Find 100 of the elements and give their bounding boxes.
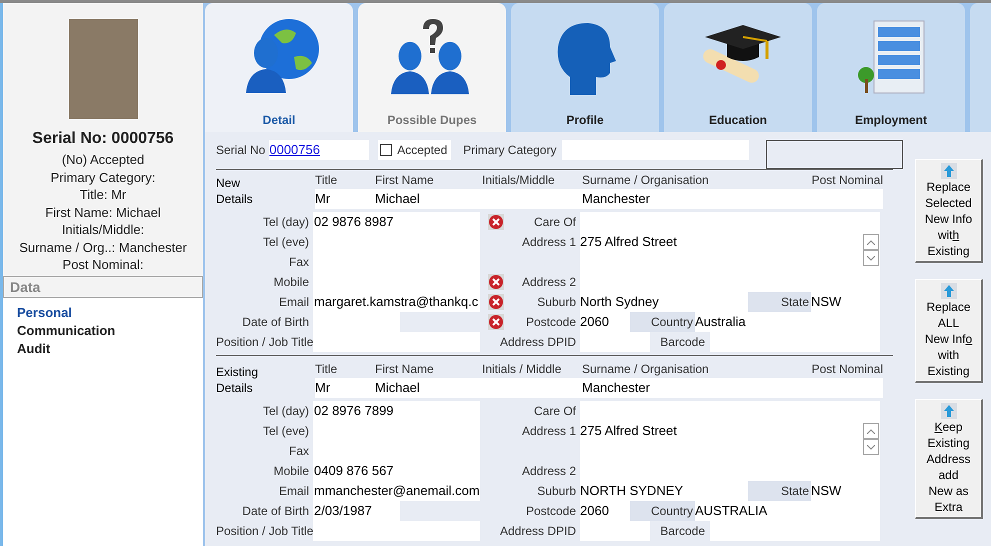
column-heading: Post Nominal [812,361,883,378]
title-field[interactable]: Mr [315,189,375,209]
column-heading: Post Nominal [812,172,883,189]
field-label: Email [278,294,310,311]
field-label: Mobile [272,274,310,291]
summary-line: First Name: Michael [45,204,161,221]
date-field[interactable]: 2/03/1987 [313,501,400,521]
state-field[interactable]: NSW [811,481,880,501]
field-label: Barcode [659,334,706,351]
serial-link[interactable]: 0000756 [269,140,370,160]
column-heading: Title [315,361,338,378]
section-heading: Existing Details [216,364,260,397]
field-label: Care Of [532,214,577,231]
scroll-up-button[interactable] [863,423,879,439]
suburb-field[interactable]: North Sydney [580,292,748,312]
field-label: Mobile [272,463,310,480]
chevron-up-icon [867,240,875,244]
field-label: State [748,292,811,312]
postcode-field[interactable]: 2060 [580,501,630,521]
summary-line: (No) Accepted [62,151,144,168]
column-heading: Initials/Middle [482,172,556,189]
field-label: Country [630,501,695,521]
field-label: Postcode [524,314,577,331]
column-heading: Surname / Organisation [582,361,710,378]
title-field[interactable]: Mr [315,378,375,398]
field-label: Postcode [524,503,577,520]
field-label: Tel (eve) [262,234,310,251]
action-button[interactable]: Replace Selected New Info with Existing [915,159,983,263]
nav-item[interactable]: Audit [17,340,203,358]
field-label: Tel (day) [262,214,310,231]
field-label: Address DPID [498,523,577,540]
field-label: Position / Job Title [216,334,313,351]
tab[interactable]: Employment [817,3,965,132]
surname-field[interactable]: Manchester [582,378,883,398]
scroll-down-button[interactable] [863,250,879,266]
field-label: Address 2 [520,274,577,291]
error-icon[interactable] [488,214,504,230]
error-icon[interactable] [488,294,504,310]
field-label: Care Of [532,403,577,420]
dpid-field[interactable] [580,521,650,541]
column-heading: First Name [375,172,435,189]
field-label: Fax [288,443,310,460]
section-header: Data [3,276,203,298]
error-icon[interactable] [488,314,504,330]
suburb-field[interactable]: NORTH SYDNEY [580,481,748,501]
summary-line: Initials/Middle: [62,221,144,238]
column-heading: First Name [375,361,435,378]
state-field[interactable]: NSW [811,292,880,312]
tab[interactable]: Education [664,3,812,132]
tab[interactable]: Profile [511,3,659,132]
nav-item[interactable]: Communication [17,322,203,340]
summary-line: Post Nominal: [62,256,144,274]
field-label: Country [630,312,695,332]
checkbox-label: Accepted [397,142,448,159]
checkbox[interactable] [380,144,392,156]
text-field[interactable]: mmanchester@anemail.com [313,481,480,501]
field-label: Suburb [536,483,577,500]
chevron-down-icon [867,256,875,260]
first-name-field[interactable]: Michael [375,378,582,398]
field-label: State [748,481,811,501]
country-field[interactable]: Australia [695,312,880,332]
text-field[interactable]: 0409 876 567 [313,461,480,481]
scroll-up-button[interactable] [863,234,879,250]
action-button[interactable]: Replace ALL New Info with Existing [915,279,983,383]
field-label: Suburb [536,294,577,311]
summary-line: Title: Mr [80,186,126,204]
text-field[interactable]: 02 9876 8987 [313,212,480,232]
text-field[interactable]: margaret.kamstra@thankq.c [313,292,480,312]
field-label: Date of Birth [241,314,310,331]
nav-item[interactable]: Personal [17,304,203,322]
up-arrow-icon [940,403,956,419]
surname-field[interactable]: Manchester [582,189,883,209]
up-arrow-icon [940,283,956,299]
tab[interactable]: Detail [205,3,353,132]
postcode-field[interactable]: 2060 [580,312,630,332]
serial-heading: Serial No: 0000756 [32,129,174,149]
field-label: Tel (day) [262,403,310,420]
up-arrow-icon [940,163,956,179]
first-name-field[interactable]: Michael [375,189,582,209]
field-label: Address 1 [520,423,577,440]
field-label: Address 1 [520,234,577,251]
tab[interactable]: Possible Dupes [358,3,506,132]
action-button[interactable]: Keep Existing Address add New as Extra [915,399,983,519]
country-field[interactable]: AUSTRALIA [695,501,880,521]
field-label: Primary Category [463,142,556,159]
error-icon[interactable] [488,274,504,290]
summary-line: Primary Category: [50,168,156,186]
field-label: Address 2 [520,463,577,480]
field-label: Position / Job Title [216,523,313,540]
field-label: Tel (eve) [262,423,310,440]
field-label: Fax [288,254,310,271]
field-label: Serial No [216,142,266,159]
text-field[interactable]: 02 8976 7899 [313,401,480,421]
chevron-down-icon [867,444,875,450]
chevron-up-icon [867,428,875,434]
scroll-down-button[interactable] [863,439,879,455]
column-heading: Initials / Middle [482,361,562,378]
summary-line: Surname / Org..: Manchester [19,238,187,256]
section-heading: New Details [216,175,254,208]
dpid-field[interactable] [580,332,650,352]
